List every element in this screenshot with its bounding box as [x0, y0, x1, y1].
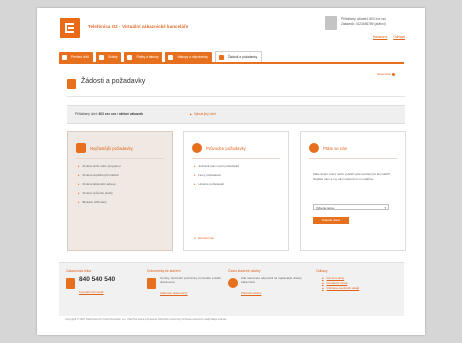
account-info-bar: Přihlášený účet: 603 xxx xxx / aktivní z… [67, 105, 405, 124]
divider [67, 96, 405, 97]
footer-col-title: Často kladené otázky [228, 269, 261, 273]
topic-select[interactable]: Vyberte téma ▾ [313, 204, 389, 210]
panel-title: Průvodce požadavky [206, 146, 246, 151]
requests-page-icon [67, 79, 76, 89]
copyright: Copyright © 2007 Telefónica O2 Czech Rep… [65, 318, 227, 321]
headset-icon [309, 143, 319, 153]
panel-divider [309, 158, 397, 159]
footer-links: Odkazy Ceník a tarify Kontaktní místa Oc… [316, 269, 396, 291]
panel-divider [76, 158, 164, 159]
guide-list: Zobrazit stav mých požadavků Nový požada… [194, 164, 240, 191]
help-link[interactable]: Nápověda [377, 72, 395, 76]
list-item[interactable]: Blokace SIM karty [78, 200, 121, 209]
help-label: Nápověda [377, 72, 391, 76]
page-title: Žádosti a požadavky [81, 78, 146, 85]
list-item[interactable]: Zobrazit stav mých požadavků [194, 164, 240, 173]
question-icon [228, 278, 238, 288]
panel-title: Ptáte se nás [323, 146, 347, 151]
document-icon [147, 278, 156, 289]
account-info-text: Přihlášený účet: 603 xxx xxx / aktivní z… [75, 112, 143, 116]
account-info-value: 603 xxx xxx / aktivní zákazník [98, 112, 144, 116]
topic-select-value: Vyberte téma [316, 206, 334, 210]
footer: Zákaznická linka 840 540 540 Kontaktní f… [59, 262, 404, 316]
list-item[interactable]: Historie požadavků [194, 182, 239, 191]
account-info-prefix: Přihlášený účet: [75, 112, 99, 116]
footer-col-title: Dokumenty ke stažení [147, 269, 181, 273]
show-all-link[interactable]: Zobrazit vše [194, 236, 214, 240]
footer-col-text: Zde naleznete odpovědi na nejčastější do… [241, 276, 302, 285]
footer-link[interactable]: Ochrana osobních údajů [322, 286, 396, 291]
panel-ask-us: Ptáte se nás Máte dotaz, který nelze vyř… [300, 131, 406, 251]
list-item[interactable]: Nový požadavek [194, 173, 239, 182]
footer-col-title: Zákaznická linka [66, 269, 92, 273]
list-item[interactable]: Změna doplňkových služeb [78, 173, 121, 182]
footer-link-list: Ceník a tarify Kontaktní místa Ochrana o… [322, 276, 396, 291]
lightbulb-icon [192, 143, 202, 153]
request-list: Změna tarifu nebo programu Změna doplňko… [78, 164, 121, 209]
panel-title: Nejčastější požadavky [90, 146, 133, 151]
documents-link[interactable]: Stáhnout dokumenty [160, 291, 227, 295]
footer-col-text: Ceníky, obchodní podmínky, formuláře a d… [160, 276, 221, 285]
chevron-down-icon: ▾ [384, 206, 386, 210]
list-item[interactable]: Změna způsobu platby [78, 191, 121, 200]
ask-description: Máte dotaz, který nelze vyřešit výše uve… [313, 172, 391, 181]
footer-hotline: Zákaznická linka 840 540 540 Kontaktní f… [66, 269, 146, 294]
panel-top-requests: Nejčastější požadavky Změna tarifu nebo … [67, 131, 173, 251]
footer-col-title: Odkazy [316, 269, 328, 273]
panel-request-guide: Průvodce požadavky Zobrazit stav mých po… [183, 131, 289, 251]
phone-icon [66, 278, 75, 289]
document-icon [76, 143, 86, 153]
footer-faq: Často kladené otázky Zde naleznete odpov… [228, 269, 308, 295]
contact-form-link[interactable]: Kontaktní formulář [79, 290, 146, 294]
change-account-link[interactable]: Vybrat jiný účet [190, 112, 216, 116]
help-icon [391, 72, 395, 76]
list-item[interactable]: Změna fakturační adresy [78, 182, 121, 191]
send-question-button[interactable]: Odeslat dotaz [313, 217, 349, 224]
list-item[interactable]: Změna tarifu nebo programu [78, 164, 121, 173]
footer-documents: Dokumenty ke stažení Ceníky, obchodní po… [147, 269, 227, 295]
panel-divider [192, 158, 280, 159]
hotline-number: 840 540 540 [79, 276, 116, 283]
faq-link[interactable]: Zobrazit otázky [241, 291, 308, 295]
